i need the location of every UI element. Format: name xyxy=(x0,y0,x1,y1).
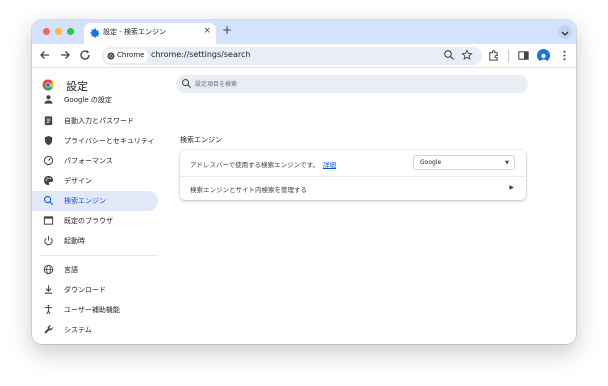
extensions-icon[interactable] xyxy=(487,49,500,62)
card-divider xyxy=(180,176,526,177)
sidebar-item-label: プライバシーとセキュリティ xyxy=(64,137,155,145)
sidebar-item-google[interactable]: Google の設定 xyxy=(32,93,158,113)
reload-icon[interactable] xyxy=(78,48,92,62)
caret-down-icon: ▼ xyxy=(505,160,509,166)
select-value: Google xyxy=(420,159,442,166)
toolbar-separator xyxy=(508,50,509,62)
sidebar-item-accessibility[interactable]: ユーザー補助機能 xyxy=(32,300,158,320)
side-panel-icon[interactable] xyxy=(517,49,530,62)
sidebar-item-search-engine[interactable]: 検索エンジン xyxy=(32,191,158,211)
page-title: 設定 xyxy=(66,80,88,93)
sidebar-divider xyxy=(40,255,158,256)
sidebar-item-label: 言語 xyxy=(64,266,78,274)
tab-close-icon[interactable]: × xyxy=(203,26,211,36)
search-icon xyxy=(182,79,192,89)
sidebar-item-label: パフォーマンス xyxy=(64,157,113,165)
sidebar-item-default-browser[interactable]: 既定のブラウザ xyxy=(32,211,158,231)
zoom-icon[interactable] xyxy=(443,49,455,61)
person-icon xyxy=(539,53,548,62)
person-icon xyxy=(44,95,53,104)
browser-icon xyxy=(43,216,54,225)
sidebar-item-label: 検索エンジン xyxy=(64,197,106,205)
search-engine-card: アドレスバーで使用する検索エンジンです。 詳細 Google ▼ 検索エンジンとサ… xyxy=(180,150,526,200)
tab-search-button[interactable] xyxy=(558,25,572,39)
sidebar-item-label: デザイン xyxy=(64,177,92,185)
download-icon xyxy=(44,285,53,294)
sidebar-item-label: 起動時 xyxy=(64,237,85,245)
sidebar-item-autofill[interactable]: 自動入力とパスワード xyxy=(32,111,158,131)
chevron-right-icon[interactable]: ▶ xyxy=(509,184,514,191)
sidebar-item-system[interactable]: システム xyxy=(32,320,158,340)
learn-more-link[interactable]: 詳細 xyxy=(323,161,336,169)
chrome-logo-icon xyxy=(42,79,54,91)
default-engine-label: アドレスバーで使用する検索エンジンです。 xyxy=(190,161,319,169)
address-bar[interactable]: Chrome chrome://settings/search xyxy=(102,47,482,65)
power-icon xyxy=(44,236,53,246)
sidebar-item-languages[interactable]: 言語 xyxy=(32,260,158,280)
forward-arrow-icon[interactable] xyxy=(58,48,72,62)
sidebar-item-label: 自動入力とパスワード xyxy=(64,117,134,125)
minimize-window-button[interactable] xyxy=(55,28,62,35)
clipboard-icon xyxy=(44,116,53,126)
search-engine-select[interactable]: Google ▼ xyxy=(413,155,515,170)
sidebar-item-downloads[interactable]: ダウンロード xyxy=(32,280,158,300)
sidebar-item-on-startup[interactable]: 起動時 xyxy=(32,231,158,251)
sidebar-item-privacy[interactable]: プライバシーとセキュリティ xyxy=(32,131,158,151)
url-text[interactable]: chrome://settings/search xyxy=(151,50,250,59)
back-arrow-icon[interactable] xyxy=(38,48,52,62)
profile-avatar[interactable] xyxy=(537,49,550,62)
browser-window: 設定 - 検索エンジン × + Chrome chrome://settings… xyxy=(32,20,576,344)
section-title: 検索エンジン xyxy=(180,136,222,144)
sidebar-item-label: システム xyxy=(64,326,92,334)
wrench-icon xyxy=(44,325,53,334)
sidebar-item-label: Google の設定 xyxy=(64,96,112,104)
new-tab-button[interactable]: + xyxy=(222,23,232,37)
speedometer-icon xyxy=(43,155,54,166)
more-vert-icon[interactable] xyxy=(558,49,571,62)
shield-icon xyxy=(44,135,53,146)
star-icon[interactable] xyxy=(461,49,473,61)
toolbar: Chrome chrome://settings/search xyxy=(32,44,576,68)
chrome-logo-icon xyxy=(107,52,115,60)
palette-icon xyxy=(43,175,54,186)
gear-icon xyxy=(90,28,100,38)
chip-label: Chrome xyxy=(117,51,145,59)
sidebar-item-label: 既定のブラウザ xyxy=(64,217,113,225)
accessibility-icon xyxy=(44,304,53,315)
settings-page: 設定 設定項目を検索 Google の設定 自動入力とパスワード プライバシーと… xyxy=(32,68,576,344)
tab-strip: 設定 - 検索エンジン × + xyxy=(32,20,576,44)
default-engine-row: アドレスバーで使用する検索エンジンです。 詳細 xyxy=(190,159,336,169)
tab-settings[interactable]: 設定 - 検索エンジン × xyxy=(84,23,216,44)
manage-engines-row[interactable]: 検索エンジンとサイト内検索を管理する xyxy=(190,184,307,194)
sidebar-item-performance[interactable]: パフォーマンス xyxy=(32,151,158,171)
settings-search-input[interactable]: 設定項目を検索 xyxy=(176,75,528,93)
search-placeholder: 設定項目を検索 xyxy=(195,81,238,88)
globe-icon xyxy=(43,264,54,275)
tab-title: 設定 - 検索エンジン xyxy=(103,28,166,36)
site-info-chip[interactable]: Chrome xyxy=(104,49,148,63)
search-icon xyxy=(44,196,54,206)
sidebar-item-label: ダウンロード xyxy=(64,286,106,294)
sidebar-item-appearance[interactable]: デザイン xyxy=(32,171,158,191)
sidebar-item-label: ユーザー補助機能 xyxy=(64,306,120,314)
zoom-window-button[interactable] xyxy=(67,28,74,35)
chevron-down-icon xyxy=(561,31,569,36)
close-window-button[interactable] xyxy=(43,28,50,35)
